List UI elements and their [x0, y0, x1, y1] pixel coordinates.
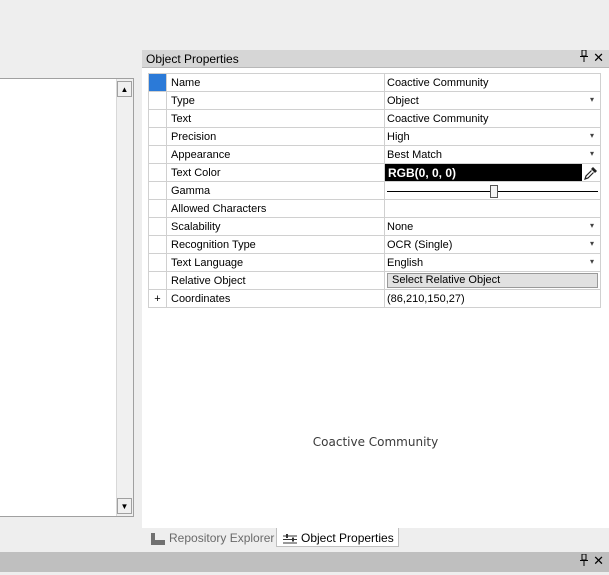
property-row[interactable]: + Coordinates (86,210,150,27) [148, 289, 601, 308]
tab-label: Repository Explorer [169, 531, 275, 545]
property-value[interactable]: (86,210,150,27) [384, 289, 601, 308]
chevron-down-icon[interactable]: ▾ [590, 239, 594, 248]
property-name: Allowed Characters [166, 199, 385, 218]
property-name: Precision [166, 127, 385, 146]
row-gutter [148, 199, 167, 218]
tab-object-properties[interactable]: Object Properties [276, 528, 399, 547]
property-name: Text Color [166, 163, 385, 182]
property-value: RGB(0, 0, 0) [388, 165, 457, 180]
property-value: Object [387, 94, 419, 107]
property-row[interactable]: Name Coactive Community [148, 73, 601, 92]
property-value-dropdown[interactable]: Object ▾ [384, 91, 601, 110]
scroll-down-icon[interactable]: ▼ [117, 498, 132, 514]
property-name: Type [166, 91, 385, 110]
panel-title: Object Properties [146, 52, 239, 66]
property-row[interactable]: Gamma [148, 181, 601, 200]
property-value-dropdown[interactable]: OCR (Single) ▾ [384, 235, 601, 254]
property-name: Gamma [166, 181, 385, 200]
row-gutter [148, 235, 167, 254]
property-name: Name [166, 73, 385, 92]
bottom-dock-header: ✕ [0, 552, 609, 572]
pin-icon[interactable] [579, 49, 589, 65]
property-name: Coordinates [166, 289, 385, 308]
panel-tabs: Repository Explorer Object Properties [142, 528, 609, 548]
row-gutter [148, 181, 167, 200]
property-row[interactable]: Scalability None ▾ [148, 217, 601, 236]
property-row[interactable]: Type Object ▾ [148, 91, 601, 110]
property-row[interactable]: Precision High ▾ [148, 127, 601, 146]
property-name: Recognition Type [166, 235, 385, 254]
row-gutter [148, 217, 167, 236]
property-description: Coactive Community [312, 435, 439, 449]
pin-icon[interactable] [579, 553, 589, 569]
property-row[interactable]: Recognition Type OCR (Single) ▾ [148, 235, 601, 254]
chevron-down-icon[interactable]: ▾ [590, 131, 594, 140]
row-gutter [148, 109, 167, 128]
close-icon[interactable]: ✕ [593, 50, 604, 66]
gamma-slider[interactable] [384, 181, 601, 200]
property-name: Text Language [166, 253, 385, 272]
close-icon[interactable]: ✕ [593, 553, 604, 569]
row-gutter [148, 145, 167, 164]
tab-repository-explorer[interactable]: Repository Explorer [145, 528, 278, 547]
row-gutter [148, 73, 167, 92]
property-name: Relative Object [166, 271, 385, 290]
relative-object-cell[interactable]: Select Relative Object [384, 271, 601, 290]
left-list-panel: ▲ ▼ [0, 78, 134, 517]
row-gutter [148, 127, 167, 146]
property-value[interactable] [384, 199, 601, 218]
property-value-dropdown[interactable]: High ▾ [384, 127, 601, 146]
property-value: OCR (Single) [387, 238, 453, 251]
property-value-dropdown[interactable]: English ▾ [384, 253, 601, 272]
property-value-dropdown[interactable]: None ▾ [384, 217, 601, 236]
property-value[interactable]: Coactive Community [384, 109, 601, 128]
row-gutter [148, 163, 167, 182]
properties-panel-header: Object Properties ✕ [142, 49, 609, 68]
row-gutter [148, 253, 167, 272]
chevron-down-icon[interactable]: ▾ [590, 221, 594, 230]
eyedropper-icon[interactable] [582, 164, 600, 181]
property-row[interactable]: Text Coactive Community [148, 109, 601, 128]
row-gutter [148, 271, 167, 290]
property-value: None [387, 220, 414, 233]
property-row[interactable]: Allowed Characters [148, 199, 601, 218]
select-relative-object-button[interactable]: Select Relative Object [387, 273, 598, 288]
property-row[interactable]: Text Language English ▾ [148, 253, 601, 272]
property-row[interactable]: Text Color RGB(0, 0, 0) [148, 163, 601, 182]
property-value[interactable]: Coactive Community [384, 73, 601, 92]
repository-icon [151, 533, 165, 545]
slider-thumb[interactable] [489, 185, 498, 198]
property-row[interactable]: Relative Object Select Relative Object [148, 271, 601, 290]
property-name: Appearance [166, 145, 385, 164]
expand-icon[interactable]: + [148, 289, 167, 308]
property-name: Text [166, 109, 385, 128]
property-value: High [387, 130, 410, 143]
property-value: Best Match [387, 148, 443, 161]
left-scrollbar[interactable]: ▲ ▼ [116, 79, 133, 516]
chevron-down-icon[interactable]: ▾ [590, 95, 594, 104]
text-color-value[interactable]: RGB(0, 0, 0) [384, 163, 601, 182]
property-row[interactable]: Appearance Best Match ▾ [148, 145, 601, 164]
properties-icon [283, 534, 297, 544]
properties-panel: Name Coactive Community Type Object ▾ Text Coa… [142, 68, 609, 528]
property-value: English [387, 256, 424, 269]
property-value-dropdown[interactable]: Best Match ▾ [384, 145, 601, 164]
tab-label: Object Properties [301, 531, 394, 545]
chevron-down-icon[interactable]: ▾ [590, 257, 594, 266]
scroll-up-icon[interactable]: ▲ [117, 81, 132, 97]
row-gutter [148, 91, 167, 110]
chevron-down-icon[interactable]: ▾ [590, 149, 594, 158]
property-name: Scalability [166, 217, 385, 236]
property-grid: Name Coactive Community Type Object ▾ Text Coa… [148, 73, 601, 308]
